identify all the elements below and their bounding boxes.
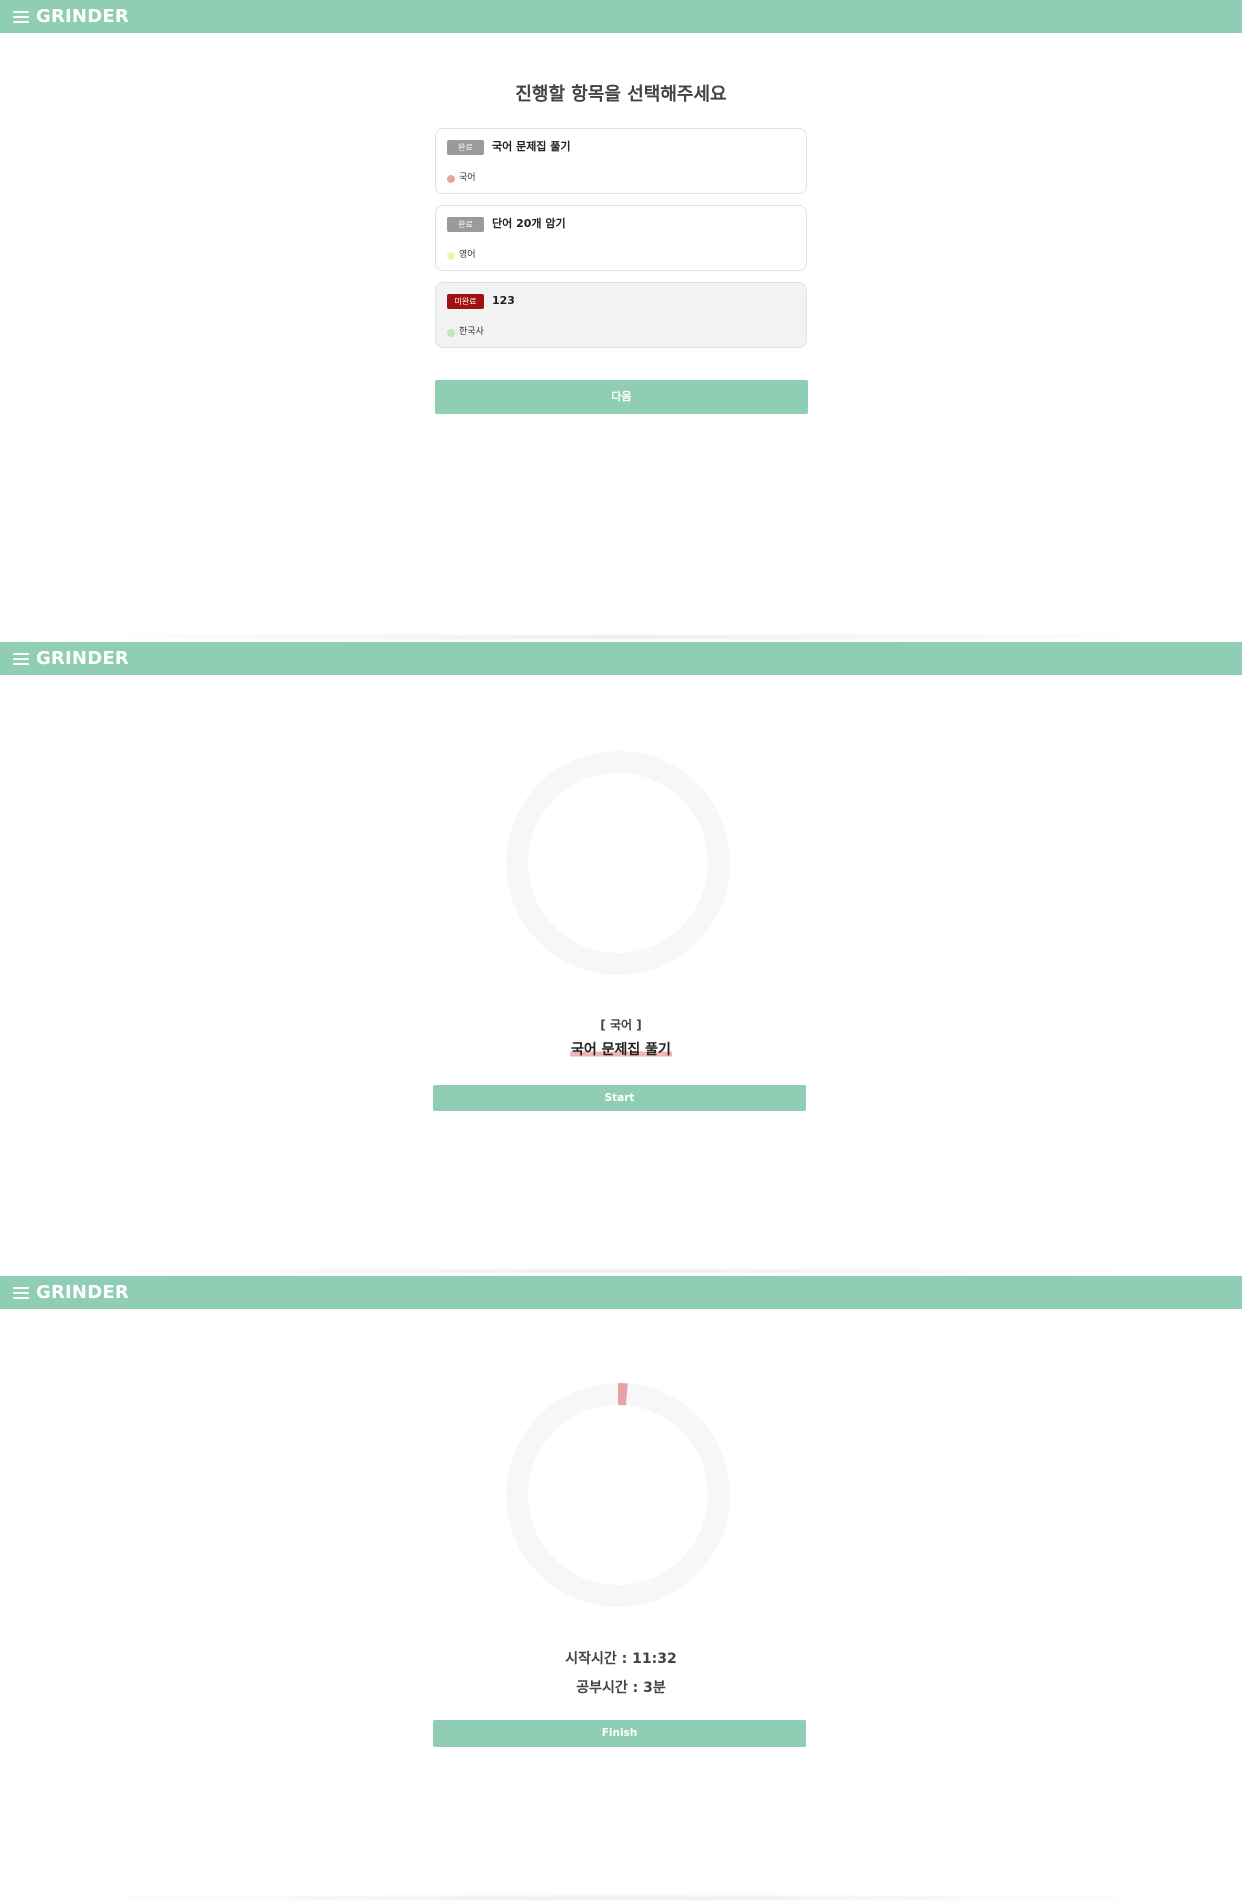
timer-progress-ring	[506, 1383, 730, 1607]
hamburger-menu-icon[interactable]	[13, 652, 29, 665]
finish-button[interactable]: Finish	[433, 1720, 806, 1747]
next-button[interactable]: 다음	[435, 380, 808, 414]
status-badge: 완료	[447, 140, 484, 155]
subject-label: 한국사	[459, 327, 484, 337]
task-select-screen: GRINDER 진행할 항목을 선택해주세요 완료 국어 문제집 풀기 국어 완…	[0, 0, 1242, 635]
hamburger-menu-icon[interactable]	[13, 10, 29, 23]
subject-label: [ 국어 ]	[600, 1018, 642, 1032]
app-bar: GRINDER	[0, 642, 1242, 675]
task-title: 단어 20개 암기	[492, 217, 566, 230]
app-brand: GRINDER	[36, 1282, 129, 1303]
screen-divider	[30, 633, 1212, 641]
timer-progress-ring	[506, 751, 730, 975]
subject-color-dot-icon	[447, 329, 455, 337]
ring-track	[506, 751, 730, 975]
task-title: 국어 문제집 풀기	[492, 140, 571, 153]
app-bar: GRINDER	[0, 0, 1242, 33]
app-brand: GRINDER	[36, 648, 129, 669]
status-badge: 완료	[447, 217, 484, 232]
task-title: 123	[492, 294, 515, 307]
subject-color-dot-icon	[447, 175, 455, 183]
task-card[interactable]: 완료 단어 20개 암기 영어	[435, 205, 807, 271]
task-card-selected[interactable]: 미완료 123 한국사	[435, 282, 807, 348]
timer-screen: GRINDER 시작시간 : 11:32 공부시간 : 3분 Finish	[0, 1276, 1242, 1902]
ring-track	[506, 1383, 730, 1607]
study-time-text: 공부시간 : 3분	[576, 1680, 666, 1696]
app-bar: GRINDER	[0, 1276, 1242, 1309]
task-card[interactable]: 완료 국어 문제집 풀기 국어	[435, 128, 807, 194]
subject-label: 영어	[459, 250, 476, 260]
screen-divider	[30, 1894, 1212, 1902]
task-title: 국어 문제집 풀기	[570, 1039, 672, 1059]
screen-divider	[30, 1267, 1212, 1275]
hamburger-menu-icon[interactable]	[13, 1286, 29, 1299]
status-badge: 미완료	[447, 294, 484, 309]
start-time-text: 시작시간 : 11:32	[565, 1651, 677, 1667]
start-button[interactable]: Start	[433, 1085, 806, 1111]
subject-color-dot-icon	[447, 252, 455, 260]
subject-label: 국어	[459, 173, 476, 183]
task-title-wrap: 국어 문제집 풀기	[0, 1039, 1242, 1059]
ready-screen: GRINDER [ 국어 ] 국어 문제집 풀기 Start	[0, 642, 1242, 1270]
app-brand: GRINDER	[36, 6, 129, 27]
page-title: 진행할 항목을 선택해주세요	[515, 84, 727, 105]
